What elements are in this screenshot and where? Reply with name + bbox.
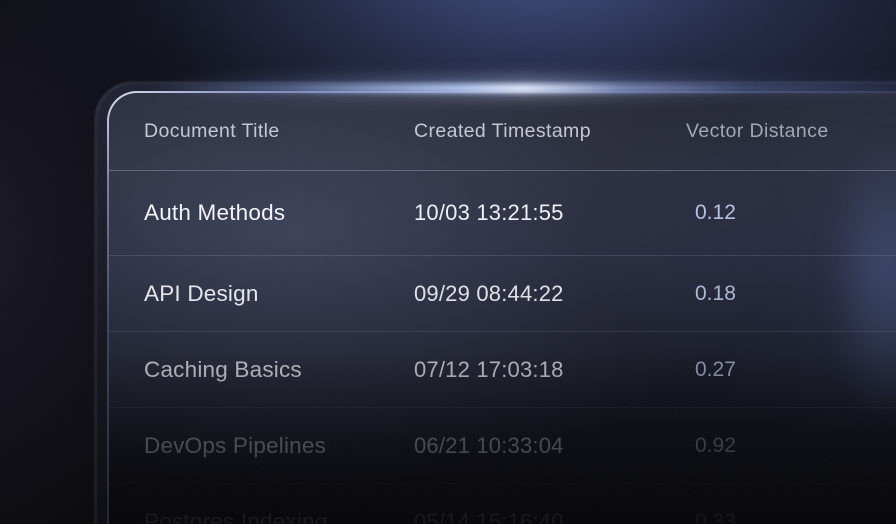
cell-vector-distance: 0.18 xyxy=(686,282,896,306)
cell-vector-distance: 0.12 xyxy=(686,201,896,225)
table-body: Auth Methods 10/03 13:21:55 0.12 API Des… xyxy=(109,170,896,524)
cell-vector-distance: 0.33 xyxy=(686,510,896,524)
cell-document-title: API Design xyxy=(109,281,414,307)
table-row[interactable]: API Design 09/29 08:44:22 0.18 xyxy=(109,255,896,331)
table-header-row: Document Title Created Timestamp Vector … xyxy=(109,93,896,170)
cell-vector-distance: 0.92 xyxy=(686,434,896,458)
column-header-created-timestamp: Created Timestamp xyxy=(414,120,686,143)
cell-document-title: Caching Basics xyxy=(109,357,414,383)
table-row[interactable]: Postgres Indexing 05/14 15:16:40 0.33 xyxy=(109,483,896,524)
cell-document-title: DevOps Pipelines xyxy=(109,433,414,459)
table-row[interactable]: Auth Methods 10/03 13:21:55 0.12 xyxy=(109,170,896,255)
cell-vector-distance: 0.27 xyxy=(686,358,896,382)
cell-document-title: Auth Methods xyxy=(109,200,414,226)
documents-card: Document Title Created Timestamp Vector … xyxy=(107,91,896,524)
cell-created-timestamp: 05/14 15:16:40 xyxy=(414,509,686,524)
documents-card-surface: Document Title Created Timestamp Vector … xyxy=(109,93,896,524)
cell-created-timestamp: 10/03 13:21:55 xyxy=(414,200,686,226)
table-row[interactable]: DevOps Pipelines 06/21 10:33:04 0.92 xyxy=(109,407,896,483)
column-header-document-title: Document Title xyxy=(109,120,414,143)
table-row[interactable]: Caching Basics 07/12 17:03:18 0.27 xyxy=(109,331,896,407)
column-header-vector-distance: Vector Distance xyxy=(686,120,896,143)
cell-document-title: Postgres Indexing xyxy=(109,509,414,524)
background: Document Title Created Timestamp Vector … xyxy=(0,0,896,524)
cell-created-timestamp: 06/21 10:33:04 xyxy=(414,433,686,459)
cell-created-timestamp: 09/29 08:44:22 xyxy=(414,281,686,307)
cell-created-timestamp: 07/12 17:03:18 xyxy=(414,357,686,383)
